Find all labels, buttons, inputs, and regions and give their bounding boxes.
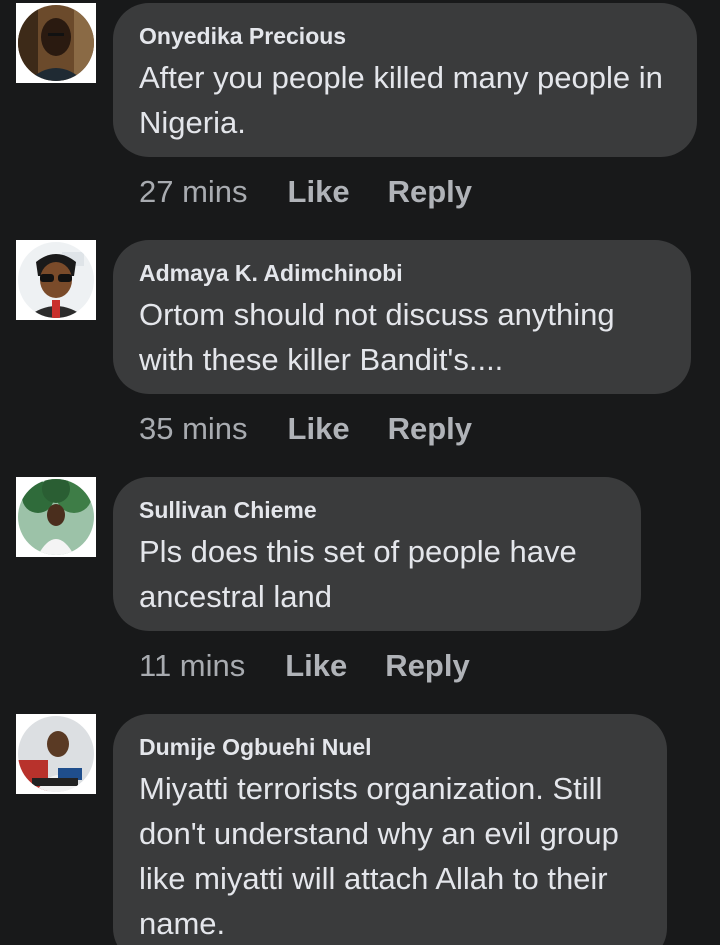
comment-author[interactable]: Onyedika Precious xyxy=(139,21,671,51)
comment-text: After you people killed many people in N… xyxy=(139,60,663,140)
comment-author[interactable]: Admaya K. Adimchinobi xyxy=(139,258,665,288)
like-button[interactable]: Like xyxy=(288,411,350,447)
comment-author[interactable]: Sullivan Chieme xyxy=(139,495,615,525)
comment-text: Pls does this set of people have ancestr… xyxy=(139,534,577,614)
avatar-photo xyxy=(18,5,94,81)
comment-thread: Onyedika Precious After you people kille… xyxy=(0,0,720,945)
reply-button[interactable]: Reply xyxy=(385,648,469,684)
comment-text: Ortom should not discuss anything with t… xyxy=(139,297,615,377)
avatar[interactable] xyxy=(16,3,96,83)
comment-timestamp[interactable]: 27 mins xyxy=(139,174,248,210)
comment-bubble: Onyedika Precious After you people kille… xyxy=(113,3,697,157)
comment-actions: 27 mins Like Reply xyxy=(139,172,510,212)
comment-actions: 35 mins Like Reply xyxy=(139,409,510,449)
comment-actions: 11 mins Like Reply xyxy=(139,646,508,686)
comment-author[interactable]: Dumije Ogbuehi Nuel xyxy=(139,732,641,762)
avatar[interactable] xyxy=(16,714,96,794)
like-button[interactable]: Like xyxy=(285,648,347,684)
avatar[interactable] xyxy=(16,477,96,557)
reply-button[interactable]: Reply xyxy=(388,411,472,447)
like-button[interactable]: Like xyxy=(288,174,350,210)
reply-button[interactable]: Reply xyxy=(388,174,472,210)
avatar-photo xyxy=(18,716,94,792)
avatar-photo xyxy=(18,242,94,318)
comment-timestamp[interactable]: 11 mins xyxy=(139,648,245,684)
comment-bubble: Sullivan Chieme Pls does this set of peo… xyxy=(113,477,641,631)
comment-timestamp[interactable]: 35 mins xyxy=(139,411,248,447)
avatar-photo xyxy=(18,479,94,555)
comment-bubble: Admaya K. Adimchinobi Ortom should not d… xyxy=(113,240,691,394)
comment-text: Miyatti terrorists organization. Still d… xyxy=(139,771,619,941)
comment-bubble: Dumije Ogbuehi Nuel Miyatti terrorists o… xyxy=(113,714,667,945)
avatar[interactable] xyxy=(16,240,96,320)
